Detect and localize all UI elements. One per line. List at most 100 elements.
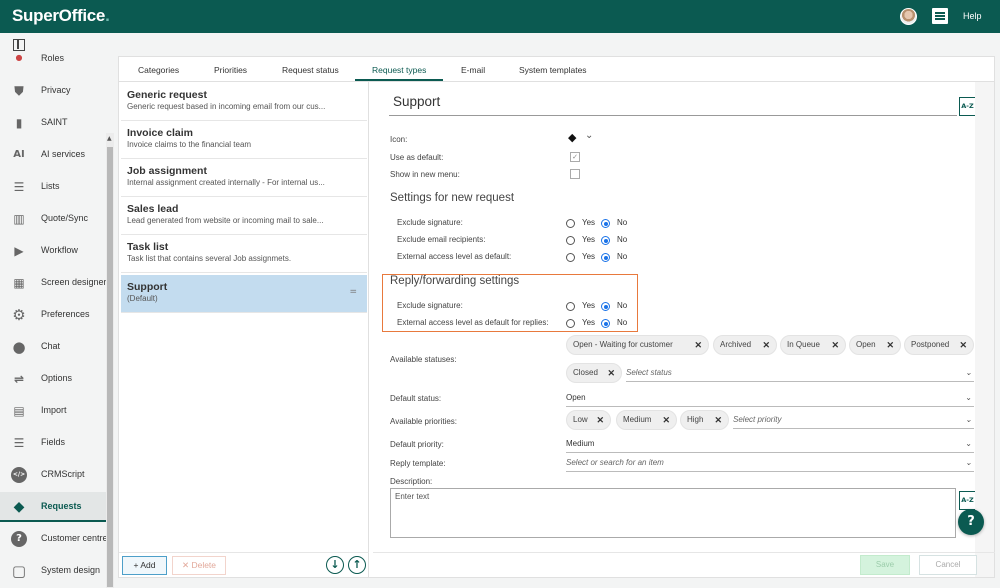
chip-label: In Queue bbox=[787, 340, 820, 349]
item-description: (Default) bbox=[127, 294, 158, 303]
default-status-dropdown[interactable]: Open ⌄ bbox=[566, 393, 974, 407]
sidebar-item-chat[interactable]: ● Chat bbox=[0, 332, 106, 362]
ticket-icon[interactable]: ◆ bbox=[568, 131, 576, 144]
scroll-up-icon[interactable]: ▲ bbox=[107, 135, 112, 142]
cancel-button[interactable]: Cancel bbox=[919, 555, 977, 575]
list-item-selected[interactable]: Support (Default) = bbox=[121, 275, 367, 313]
radio-no[interactable] bbox=[601, 319, 610, 328]
list-item[interactable]: Generic request Generic request based in … bbox=[121, 83, 367, 121]
tab-priorities[interactable]: Priorities bbox=[214, 65, 247, 75]
sidebar-item-options[interactable]: ⇌ Options bbox=[0, 364, 106, 394]
delete-button[interactable]: ✕ Delete bbox=[172, 556, 226, 575]
radio-yes[interactable] bbox=[566, 236, 575, 245]
drag-handle-icon[interactable]: = bbox=[349, 287, 357, 297]
remove-chip-icon[interactable]: ✕ bbox=[959, 336, 967, 354]
tab-request-types[interactable]: Request types bbox=[372, 65, 426, 75]
setting-label: Exclude email recipients: bbox=[397, 235, 486, 244]
chat-icon: ● bbox=[12, 338, 26, 356]
sidebar-item-label: Chat bbox=[41, 341, 61, 351]
radio-no[interactable] bbox=[601, 236, 610, 245]
sidebar-item-preferences[interactable]: ⚙ Preferences bbox=[0, 300, 106, 330]
priority-chip: High ✕ bbox=[680, 410, 729, 430]
sidebar-item-system-design[interactable]: ▢ System design bbox=[0, 556, 106, 586]
sidebar-item-import[interactable]: ▤ Import bbox=[0, 396, 106, 426]
save-button[interactable]: Save bbox=[860, 555, 910, 575]
select-priority-dropdown[interactable]: Select priority ⌄ bbox=[733, 415, 974, 429]
sidebar-item-lists[interactable]: ☰ Lists bbox=[0, 172, 106, 202]
list-item[interactable]: Task list Task list that contains several… bbox=[121, 235, 367, 273]
sidebar-item-quote-sync[interactable]: ▥ Quote/Sync bbox=[0, 204, 106, 234]
tab-categories[interactable]: Categories bbox=[138, 65, 179, 75]
description-textarea[interactable]: Enter text bbox=[390, 488, 956, 538]
radio-yes[interactable] bbox=[566, 319, 575, 328]
translate-name-button[interactable]: A-Z bbox=[959, 97, 976, 116]
radio-yes-label: Yes bbox=[582, 301, 596, 310]
tab-bar: Categories Priorities Request status Req… bbox=[119, 57, 994, 82]
use-default-checkbox[interactable]: ✓ bbox=[570, 152, 580, 162]
reply-template-dropdown[interactable]: Select or search for an item ⌄ bbox=[566, 458, 974, 472]
superoffice-logo[interactable]: SuperOffice. bbox=[12, 6, 110, 26]
show-new-menu-checkbox[interactable] bbox=[570, 169, 580, 179]
translate-description-button[interactable]: A-Z bbox=[959, 491, 976, 510]
section-reply-forwarding: Reply/forwarding settings bbox=[390, 275, 520, 287]
radio-no[interactable] bbox=[601, 219, 610, 228]
user-avatar[interactable] bbox=[900, 8, 917, 25]
chip-label: Archived bbox=[720, 340, 752, 349]
chip-label: High bbox=[687, 415, 704, 424]
select-status-dropdown[interactable]: Select status ⌄ bbox=[626, 368, 974, 382]
list-item[interactable]: Job assignment Internal assignment create… bbox=[121, 159, 367, 197]
sidebar-item-privacy[interactable]: ⛊ Privacy bbox=[0, 76, 106, 106]
right-gutter bbox=[975, 82, 994, 577]
add-button[interactable]: + Add bbox=[122, 556, 167, 575]
sidebar-item-label: CRMScript bbox=[41, 469, 85, 479]
dropdown-value: Open bbox=[566, 393, 586, 402]
sidebar-item-ai-services[interactable]: AI AI services bbox=[0, 140, 106, 170]
sidebar-item-crmscript[interactable]: </> CRMScript bbox=[0, 460, 106, 490]
sidebar-item-roles[interactable]: ● Roles bbox=[0, 44, 106, 74]
shield-icon: ⛊ bbox=[14, 84, 24, 98]
chart-icon: ▮ bbox=[15, 116, 23, 130]
item-title: Task list bbox=[127, 241, 169, 253]
radio-yes[interactable] bbox=[566, 253, 575, 262]
default-priority-dropdown[interactable]: Medium ⌄ bbox=[566, 439, 974, 453]
list-item[interactable]: Sales lead Lead generated from website or… bbox=[121, 197, 367, 235]
item-description: Generic request based in incoming email … bbox=[127, 102, 326, 111]
chevron-down-icon[interactable]: ⌄ bbox=[585, 130, 593, 141]
active-tab-indicator bbox=[355, 79, 443, 81]
sidebar-item-customer-centre[interactable]: ? Customer centre bbox=[0, 524, 108, 554]
remove-chip-icon[interactable]: ✕ bbox=[886, 336, 894, 354]
tab-system-templates[interactable]: System templates bbox=[519, 65, 587, 75]
setting-label: Exclude signature: bbox=[397, 301, 463, 310]
sidebar-item-saint[interactable]: ▮ SAINT bbox=[0, 108, 106, 138]
name-input[interactable]: Support bbox=[389, 94, 957, 116]
logo-text: SuperOffice bbox=[12, 6, 106, 25]
dropdown-placeholder: Select or search for an item bbox=[566, 458, 664, 467]
item-title: Support bbox=[127, 281, 168, 293]
sidebar-item-requests[interactable]: ◆ Requests bbox=[0, 492, 106, 522]
radio-no[interactable] bbox=[601, 253, 610, 262]
remove-chip-icon[interactable]: ✕ bbox=[831, 336, 839, 354]
tab-request-status[interactable]: Request status bbox=[282, 65, 339, 75]
sidebar-item-screen-designer[interactable]: ▦ Screen designer bbox=[0, 268, 106, 298]
radio-yes[interactable] bbox=[566, 219, 575, 228]
remove-chip-icon[interactable]: ✕ bbox=[762, 336, 770, 354]
remove-chip-icon[interactable]: ✕ bbox=[662, 411, 670, 429]
remove-chip-icon[interactable]: ✕ bbox=[607, 364, 615, 382]
help-link[interactable]: Help bbox=[963, 11, 982, 21]
sidebar-item-fields[interactable]: ☰ Fields bbox=[0, 428, 106, 458]
radio-no[interactable] bbox=[601, 302, 610, 311]
sidebar-scrollbar[interactable]: ▲ bbox=[106, 133, 114, 588]
scrollbar-thumb[interactable] bbox=[107, 147, 113, 587]
move-up-icon[interactable]: ↑ bbox=[348, 556, 366, 574]
remove-chip-icon[interactable]: ✕ bbox=[596, 411, 604, 429]
tab-email[interactable]: E-mail bbox=[461, 65, 485, 75]
main-menu-icon[interactable] bbox=[932, 8, 948, 24]
sidebar-item-workflow[interactable]: ▶ Workflow bbox=[0, 236, 106, 266]
remove-chip-icon[interactable]: ✕ bbox=[714, 411, 722, 429]
remove-chip-icon[interactable]: ✕ bbox=[694, 336, 702, 354]
list-item[interactable]: Invoice claim Invoice claims to the finan… bbox=[121, 121, 367, 159]
move-down-icon[interactable]: ↓ bbox=[326, 556, 344, 574]
help-fab-button[interactable]: ? bbox=[958, 509, 984, 535]
setting-label: External access level as default for rep… bbox=[397, 318, 549, 327]
radio-yes[interactable] bbox=[566, 302, 575, 311]
